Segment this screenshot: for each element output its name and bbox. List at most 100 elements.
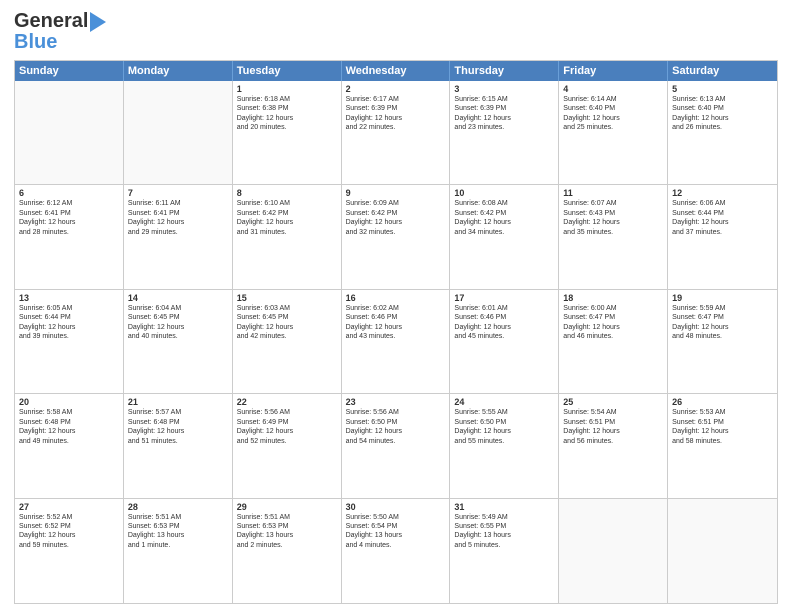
cal-cell: 16Sunrise: 6:02 AMSunset: 6:46 PMDayligh… xyxy=(342,290,451,393)
page: General Blue SundayMondayTuesdayWednesda… xyxy=(0,0,792,612)
day-info: Sunrise: 6:11 AMSunset: 6:41 PMDaylight:… xyxy=(128,199,228,237)
day-info: Sunrise: 6:06 AMSunset: 6:44 PMDaylight:… xyxy=(672,199,773,237)
calendar-body: 1Sunrise: 6:18 AMSunset: 6:38 PMDaylight… xyxy=(15,81,777,603)
week-row-2: 6Sunrise: 6:12 AMSunset: 6:41 PMDaylight… xyxy=(15,185,777,289)
day-number: 24 xyxy=(454,397,554,407)
day-number: 8 xyxy=(237,188,337,198)
header-day-saturday: Saturday xyxy=(668,61,777,81)
day-info: Sunrise: 5:56 AMSunset: 6:49 PMDaylight:… xyxy=(237,408,337,446)
cal-cell: 11Sunrise: 6:07 AMSunset: 6:43 PMDayligh… xyxy=(559,185,668,288)
day-info: Sunrise: 6:13 AMSunset: 6:40 PMDaylight:… xyxy=(672,95,773,133)
day-info: Sunrise: 5:57 AMSunset: 6:48 PMDaylight:… xyxy=(128,408,228,446)
header-day-friday: Friday xyxy=(559,61,668,81)
header-day-wednesday: Wednesday xyxy=(342,61,451,81)
cal-cell: 7Sunrise: 6:11 AMSunset: 6:41 PMDaylight… xyxy=(124,185,233,288)
day-number: 1 xyxy=(237,84,337,94)
day-info: Sunrise: 6:03 AMSunset: 6:45 PMDaylight:… xyxy=(237,304,337,342)
calendar: SundayMondayTuesdayWednesdayThursdayFrid… xyxy=(14,60,778,604)
cal-cell: 28Sunrise: 5:51 AMSunset: 6:53 PMDayligh… xyxy=(124,499,233,603)
day-info: Sunrise: 6:15 AMSunset: 6:39 PMDaylight:… xyxy=(454,95,554,133)
cal-cell xyxy=(124,81,233,184)
day-info: Sunrise: 5:52 AMSunset: 6:52 PMDaylight:… xyxy=(19,513,119,551)
day-number: 15 xyxy=(237,293,337,303)
day-info: Sunrise: 6:14 AMSunset: 6:40 PMDaylight:… xyxy=(563,95,663,133)
day-info: Sunrise: 6:12 AMSunset: 6:41 PMDaylight:… xyxy=(19,199,119,237)
day-info: Sunrise: 5:53 AMSunset: 6:51 PMDaylight:… xyxy=(672,408,773,446)
cal-cell: 27Sunrise: 5:52 AMSunset: 6:52 PMDayligh… xyxy=(15,499,124,603)
day-number: 27 xyxy=(19,502,119,512)
day-info: Sunrise: 6:00 AMSunset: 6:47 PMDaylight:… xyxy=(563,304,663,342)
day-number: 6 xyxy=(19,188,119,198)
header-day-tuesday: Tuesday xyxy=(233,61,342,81)
day-info: Sunrise: 5:56 AMSunset: 6:50 PMDaylight:… xyxy=(346,408,446,446)
header-day-sunday: Sunday xyxy=(15,61,124,81)
day-info: Sunrise: 5:55 AMSunset: 6:50 PMDaylight:… xyxy=(454,408,554,446)
day-info: Sunrise: 6:08 AMSunset: 6:42 PMDaylight:… xyxy=(454,199,554,237)
header: General Blue xyxy=(14,10,778,54)
day-number: 2 xyxy=(346,84,446,94)
day-number: 31 xyxy=(454,502,554,512)
cal-cell xyxy=(559,499,668,603)
cal-cell: 18Sunrise: 6:00 AMSunset: 6:47 PMDayligh… xyxy=(559,290,668,393)
cal-cell: 29Sunrise: 5:51 AMSunset: 6:53 PMDayligh… xyxy=(233,499,342,603)
cal-cell: 10Sunrise: 6:08 AMSunset: 6:42 PMDayligh… xyxy=(450,185,559,288)
logo-blue: Blue xyxy=(14,31,57,54)
day-number: 20 xyxy=(19,397,119,407)
cal-cell: 12Sunrise: 6:06 AMSunset: 6:44 PMDayligh… xyxy=(668,185,777,288)
calendar-header: SundayMondayTuesdayWednesdayThursdayFrid… xyxy=(15,61,777,81)
day-number: 19 xyxy=(672,293,773,303)
day-info: Sunrise: 6:17 AMSunset: 6:39 PMDaylight:… xyxy=(346,95,446,133)
cal-cell: 21Sunrise: 5:57 AMSunset: 6:48 PMDayligh… xyxy=(124,394,233,497)
day-info: Sunrise: 6:09 AMSunset: 6:42 PMDaylight:… xyxy=(346,199,446,237)
day-info: Sunrise: 6:02 AMSunset: 6:46 PMDaylight:… xyxy=(346,304,446,342)
day-number: 7 xyxy=(128,188,228,198)
day-info: Sunrise: 6:18 AMSunset: 6:38 PMDaylight:… xyxy=(237,95,337,133)
day-info: Sunrise: 5:59 AMSunset: 6:47 PMDaylight:… xyxy=(672,304,773,342)
day-info: Sunrise: 6:10 AMSunset: 6:42 PMDaylight:… xyxy=(237,199,337,237)
day-number: 23 xyxy=(346,397,446,407)
day-number: 11 xyxy=(563,188,663,198)
cal-cell: 17Sunrise: 6:01 AMSunset: 6:46 PMDayligh… xyxy=(450,290,559,393)
week-row-3: 13Sunrise: 6:05 AMSunset: 6:44 PMDayligh… xyxy=(15,290,777,394)
day-number: 10 xyxy=(454,188,554,198)
day-number: 18 xyxy=(563,293,663,303)
cal-cell: 4Sunrise: 6:14 AMSunset: 6:40 PMDaylight… xyxy=(559,81,668,184)
cal-cell: 19Sunrise: 5:59 AMSunset: 6:47 PMDayligh… xyxy=(668,290,777,393)
day-number: 29 xyxy=(237,502,337,512)
header-day-monday: Monday xyxy=(124,61,233,81)
day-number: 3 xyxy=(454,84,554,94)
week-row-5: 27Sunrise: 5:52 AMSunset: 6:52 PMDayligh… xyxy=(15,499,777,603)
day-info: Sunrise: 5:49 AMSunset: 6:55 PMDaylight:… xyxy=(454,513,554,551)
cal-cell: 20Sunrise: 5:58 AMSunset: 6:48 PMDayligh… xyxy=(15,394,124,497)
day-number: 26 xyxy=(672,397,773,407)
day-info: Sunrise: 6:01 AMSunset: 6:46 PMDaylight:… xyxy=(454,304,554,342)
cal-cell: 23Sunrise: 5:56 AMSunset: 6:50 PMDayligh… xyxy=(342,394,451,497)
cal-cell: 3Sunrise: 6:15 AMSunset: 6:39 PMDaylight… xyxy=(450,81,559,184)
cal-cell: 25Sunrise: 5:54 AMSunset: 6:51 PMDayligh… xyxy=(559,394,668,497)
day-number: 16 xyxy=(346,293,446,303)
day-number: 12 xyxy=(672,188,773,198)
day-info: Sunrise: 5:58 AMSunset: 6:48 PMDaylight:… xyxy=(19,408,119,446)
cal-cell: 26Sunrise: 5:53 AMSunset: 6:51 PMDayligh… xyxy=(668,394,777,497)
day-number: 28 xyxy=(128,502,228,512)
cal-cell: 1Sunrise: 6:18 AMSunset: 6:38 PMDaylight… xyxy=(233,81,342,184)
cal-cell: 14Sunrise: 6:04 AMSunset: 6:45 PMDayligh… xyxy=(124,290,233,393)
cal-cell: 2Sunrise: 6:17 AMSunset: 6:39 PMDaylight… xyxy=(342,81,451,184)
day-number: 14 xyxy=(128,293,228,303)
cal-cell xyxy=(668,499,777,603)
cal-cell: 9Sunrise: 6:09 AMSunset: 6:42 PMDaylight… xyxy=(342,185,451,288)
week-row-4: 20Sunrise: 5:58 AMSunset: 6:48 PMDayligh… xyxy=(15,394,777,498)
day-info: Sunrise: 5:51 AMSunset: 6:53 PMDaylight:… xyxy=(128,513,228,551)
cal-cell: 6Sunrise: 6:12 AMSunset: 6:41 PMDaylight… xyxy=(15,185,124,288)
logo-general: General xyxy=(14,10,88,33)
day-info: Sunrise: 6:04 AMSunset: 6:45 PMDaylight:… xyxy=(128,304,228,342)
day-info: Sunrise: 5:54 AMSunset: 6:51 PMDaylight:… xyxy=(563,408,663,446)
cal-cell: 30Sunrise: 5:50 AMSunset: 6:54 PMDayligh… xyxy=(342,499,451,603)
day-number: 17 xyxy=(454,293,554,303)
logo: General Blue xyxy=(14,10,106,54)
day-number: 25 xyxy=(563,397,663,407)
day-number: 5 xyxy=(672,84,773,94)
cal-cell: 31Sunrise: 5:49 AMSunset: 6:55 PMDayligh… xyxy=(450,499,559,603)
header-day-thursday: Thursday xyxy=(450,61,559,81)
cal-cell: 24Sunrise: 5:55 AMSunset: 6:50 PMDayligh… xyxy=(450,394,559,497)
